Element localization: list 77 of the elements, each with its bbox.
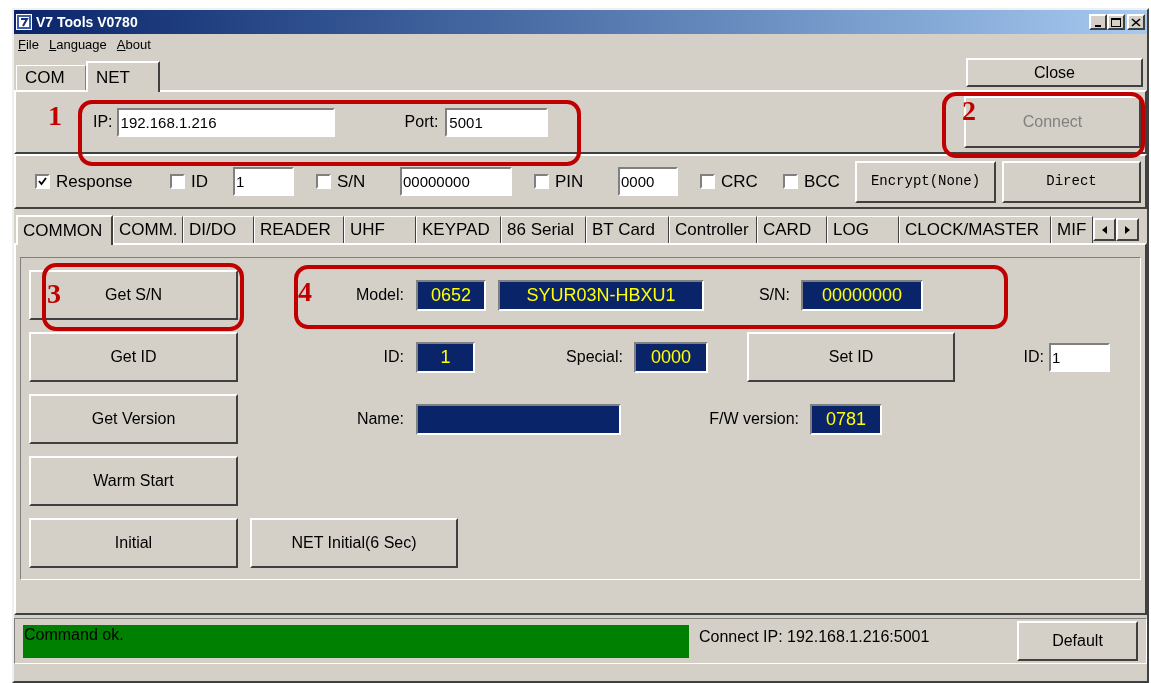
option-button[interactable]: Direct <box>1002 160 1141 203</box>
menu-item[interactable]: About <box>116 35 151 55</box>
tab[interactable]: LOG <box>827 216 899 243</box>
callout-number: 4 <box>298 277 312 307</box>
field-label: S/N: <box>758 285 790 305</box>
field-label: F/W version: <box>709 409 799 429</box>
checkbox[interactable] <box>534 174 549 189</box>
tab[interactable]: KEYPAD <box>416 216 501 243</box>
field-label: Model: <box>355 285 404 305</box>
field-label: IP: <box>93 112 113 132</box>
option-button[interactable]: Encrypt(None) <box>855 160 996 203</box>
tab[interactable]: COMM. <box>113 216 183 243</box>
callout-number: 1 <box>48 101 62 131</box>
checkbox-label: ID <box>191 170 208 193</box>
tab[interactable]: 86 Serial <box>501 216 586 243</box>
action-button[interactable]: NET Initial(6 Sec) <box>250 518 458 568</box>
tab[interactable]: UHF <box>344 216 416 243</box>
scroll-left-button[interactable] <box>1093 218 1116 241</box>
tab[interactable]: BT Card <box>586 216 669 243</box>
maximize-icon <box>1109 15 1123 29</box>
maximize-button[interactable] <box>1107 14 1125 30</box>
tab[interactable]: CLOCK/MASTER <box>899 216 1051 243</box>
input-field[interactable]: 0000 <box>618 167 678 196</box>
checkbox-label: S/N <box>337 170 366 193</box>
left-arrow-icon <box>1100 224 1109 235</box>
input-field[interactable]: 00000000 <box>400 167 512 196</box>
window-title: V7 Tools V0780 <box>36 12 138 32</box>
menu-item[interactable]: File <box>18 35 39 55</box>
tab[interactable]: Controller <box>669 216 757 243</box>
app-icon <box>16 14 32 30</box>
close-button[interactable] <box>1127 14 1145 30</box>
scroll-right-button[interactable] <box>1116 218 1139 241</box>
field-label: Special: <box>566 347 623 367</box>
callout-number: 2 <box>962 96 976 126</box>
checkbox[interactable] <box>35 174 50 189</box>
minimize-button[interactable] <box>1089 14 1107 30</box>
value-display: 0781 <box>810 403 882 435</box>
tab[interactable]: COMMON <box>16 215 113 245</box>
tab[interactable]: CARD <box>757 216 827 243</box>
checkbox[interactable] <box>316 174 331 189</box>
checkbox-label: BCC <box>804 170 840 193</box>
field-label: Port: <box>404 112 439 132</box>
checkbox[interactable] <box>783 174 798 189</box>
value-display: 00000000 <box>801 279 923 311</box>
input-field[interactable]: 1 <box>1049 342 1110 372</box>
tab[interactable]: READER <box>254 216 344 243</box>
action-button[interactable]: Get Version <box>29 394 238 444</box>
input-field[interactable]: 5001 <box>445 107 549 137</box>
tab[interactable]: NET <box>86 61 160 92</box>
field-label: Name: <box>356 409 404 429</box>
checkbox[interactable] <box>700 174 715 189</box>
value-display: 0000 <box>634 341 708 373</box>
connection-status: Connect IP: 192.168.1.216:5001 <box>699 627 931 647</box>
field-label: ID: <box>383 347 404 367</box>
checkbox-label: PIN <box>555 170 584 193</box>
checkbox-label: Response <box>56 170 133 193</box>
tab[interactable]: DI/DO <box>183 216 254 243</box>
set-id-button[interactable]: Set ID <box>747 332 955 382</box>
value-display: SYUR03N-HBXU1 <box>498 279 704 311</box>
input-field[interactable]: 1 <box>233 167 294 196</box>
action-button[interactable]: Warm Start <box>29 456 238 506</box>
callout-number: 3 <box>47 279 61 309</box>
checkbox[interactable] <box>170 174 185 189</box>
default-button[interactable]: Default <box>1017 621 1138 661</box>
menu-item[interactable]: Language <box>48 35 107 55</box>
checkbox-label: CRC <box>721 170 758 193</box>
action-button[interactable]: Get ID <box>29 332 238 382</box>
input-field[interactable]: 192.168.1.216 <box>116 107 335 137</box>
value-display: 0652 <box>416 279 486 311</box>
value-display: 1 <box>416 341 475 373</box>
field-label: ID: <box>1023 347 1044 367</box>
minimize-icon <box>1095 24 1101 27</box>
status-message: Command ok. <box>23 624 689 658</box>
action-button[interactable]: Initial <box>29 518 238 568</box>
close-icon <box>1129 15 1143 29</box>
right-arrow-icon <box>1123 224 1132 235</box>
close-button[interactable]: Close <box>966 58 1143 87</box>
